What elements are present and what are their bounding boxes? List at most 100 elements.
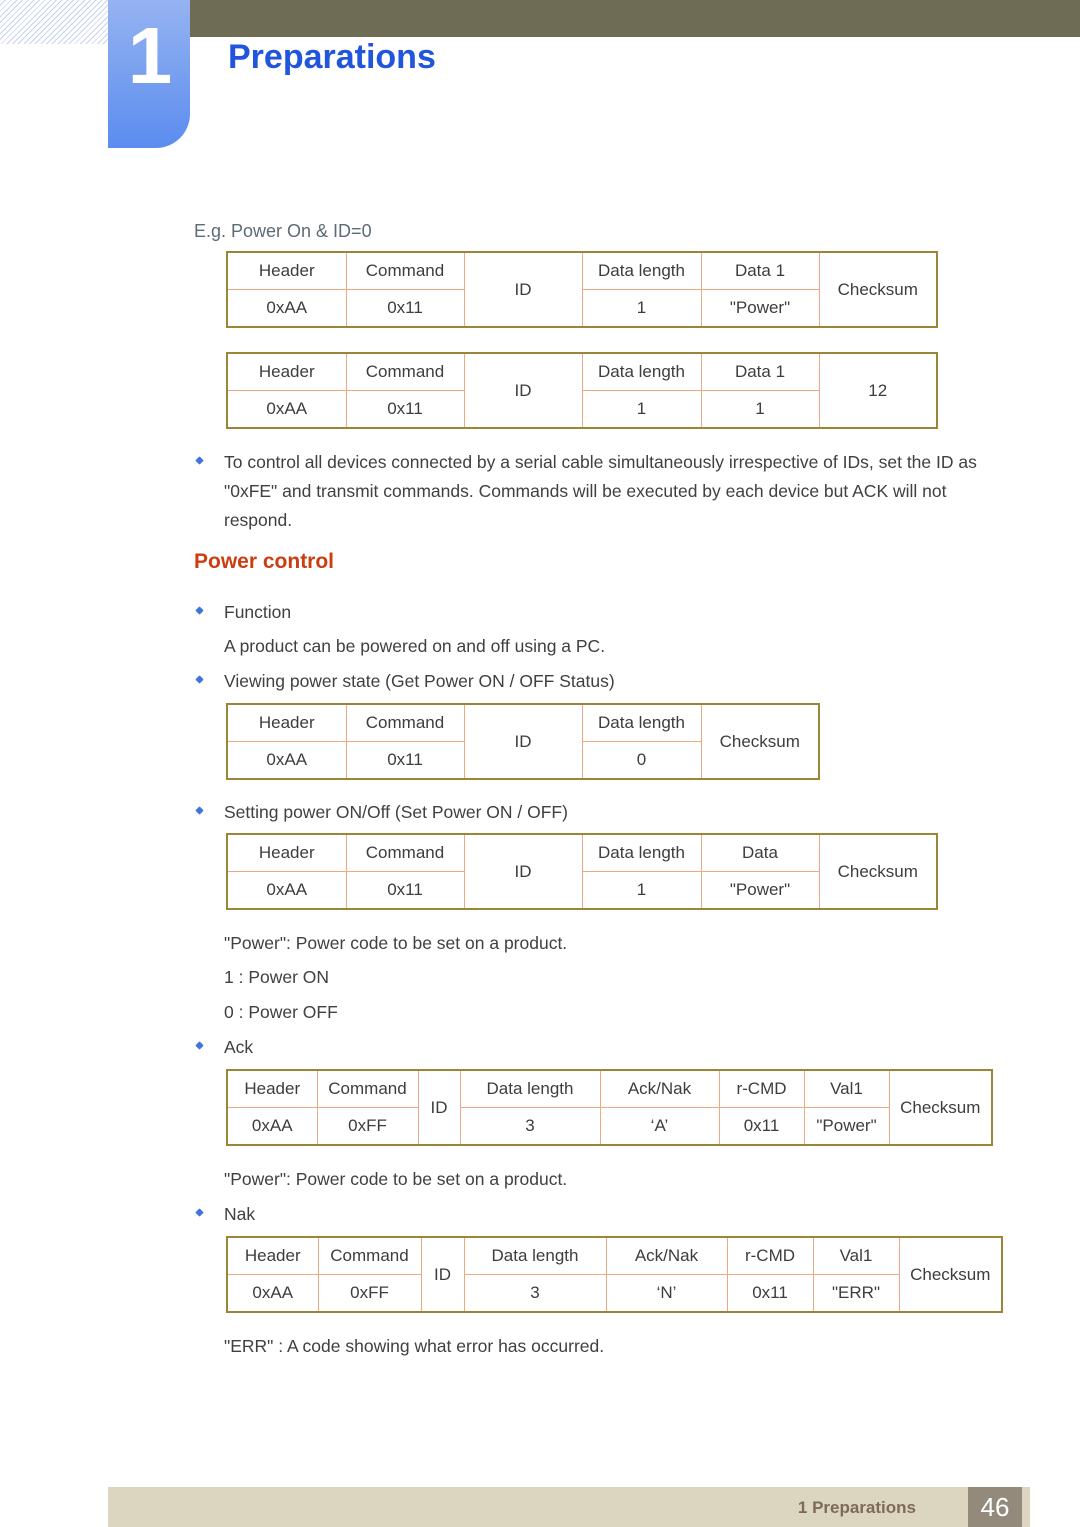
cell-command-value: 0xFF <box>317 1274 422 1313</box>
cell-val1-label: Val1 <box>812 1236 900 1275</box>
cell-rcmd-value: 0x11 <box>718 1107 805 1146</box>
table-example-request: Header Command ID Data length Data 1 Che… <box>226 251 938 328</box>
bullet-nak-text: Nak <box>224 1204 256 1224</box>
cell-header-label: Header <box>226 833 347 872</box>
cell-header-value: 0xAA <box>226 1107 318 1146</box>
cell-id-label: ID <box>463 352 583 429</box>
cell-id-label: ID <box>463 251 583 328</box>
cell-header-value: 0xAA <box>226 741 347 780</box>
text-err-note: "ERR" : A code showing what error has oc… <box>224 1336 605 1356</box>
cell-data-label: Data <box>700 833 820 872</box>
bullet-viewing-power-state-text: Viewing power state (Get Power ON / OFF … <box>224 671 615 691</box>
bullet-ack-text: Ack <box>224 1037 254 1057</box>
cell-command-value: 0x11 <box>345 871 465 910</box>
bullet-serial-note: To control all devices connected by a se… <box>195 448 996 535</box>
cell-command-value: 0x11 <box>345 289 465 328</box>
cell-header-label: Header <box>226 703 347 742</box>
bullet-diamond-icon <box>195 606 204 615</box>
cell-datalength-value: 1 <box>581 390 702 429</box>
cell-header-label: Header <box>226 251 347 290</box>
text-power-code-note-2: "Power": Power code to be set on a produ… <box>224 1169 568 1189</box>
chapter-badge: 1 <box>108 0 190 148</box>
table-example-response: Header Command ID Data length Data 1 12 … <box>226 352 938 429</box>
cell-checksum-label: Checksum <box>898 1236 1003 1313</box>
cell-data1-label: Data 1 <box>700 251 820 290</box>
cell-data-value: "Power" <box>700 871 820 910</box>
table-row: Header Command ID Data length Data 1 Che… <box>226 251 938 328</box>
table-row: Header Command ID Data length Ack/Nak r-… <box>226 1236 1003 1313</box>
bullet-setting-power: Setting power ON/Off (Set Power ON / OFF… <box>195 798 896 827</box>
cell-datalength-label: Data length <box>581 833 702 872</box>
cell-datalength-label: Data length <box>581 703 702 742</box>
cell-checksum-label: Checksum <box>818 833 938 910</box>
table-row: 0xAA 0xFF 3 ‘A’ 0x11 "Power" <box>226 1107 992 1146</box>
cell-header-label: Header <box>226 1069 318 1108</box>
footer-bar: 1 Preparations <box>108 1487 1030 1527</box>
cell-datalength-label: Data length <box>463 1236 607 1275</box>
example-label: E.g. Power On & ID=0 <box>194 221 372 241</box>
text-power-on: 1 : Power ON <box>224 967 330 987</box>
cell-id-label: ID <box>463 703 583 780</box>
chapter-title: Preparations <box>228 38 436 76</box>
text-function-description: A product can be powered on and off usin… <box>224 636 606 656</box>
cell-datalength-value: 1 <box>581 871 702 910</box>
cell-id-label: ID <box>420 1236 465 1313</box>
footer-page-box: 46 <box>968 1487 1022 1527</box>
table-nak: Header Command ID Data length Ack/Nak r-… <box>226 1236 1003 1313</box>
cell-data1-value: "Power" <box>700 289 820 328</box>
cell-checksum-label: Checksum <box>818 251 938 328</box>
text-power-code-note-1: "Power": Power code to be set on a produ… <box>224 933 568 953</box>
bullet-diamond-icon <box>195 1041 204 1050</box>
table-row: Header Command ID Data length Checksum <box>226 703 820 780</box>
bullet-ack: Ack <box>195 1033 896 1062</box>
table-row: Header Command ID Data length Ack/Nak r-… <box>226 1069 993 1146</box>
footer-chapter-label: 1 Preparations <box>797 1498 916 1517</box>
bullet-diamond-icon <box>195 456 204 465</box>
cell-header-value: 0xAA <box>226 390 347 429</box>
cell-command-value: 0x11 <box>345 390 465 429</box>
cell-val1-value: "Power" <box>803 1107 890 1146</box>
cell-header-label: Header <box>226 1236 319 1275</box>
cell-header-value: 0xAA <box>226 871 347 910</box>
cell-rcmd-label: r-CMD <box>726 1236 814 1275</box>
cell-command-label: Command <box>345 703 465 742</box>
bullet-setting-power-text: Setting power ON/Off (Set Power ON / OFF… <box>224 802 568 822</box>
bullet-diamond-icon <box>195 806 204 815</box>
table-set-power: Header Command ID Data length Data Check… <box>226 833 938 910</box>
cell-command-value: 0x11 <box>345 741 465 780</box>
cell-command-label: Command <box>317 1236 422 1275</box>
header-hatch-pattern <box>0 0 108 44</box>
table-row: Header Command ID Data length Data Check… <box>226 833 938 910</box>
cell-datalength-value: 1 <box>581 289 702 328</box>
cell-datalength-label: Data length <box>581 251 702 290</box>
bullet-diamond-icon <box>195 675 204 684</box>
footer-page-number: 46 <box>980 1492 1010 1522</box>
cell-header-label: Header <box>226 352 347 391</box>
bullet-function: Function <box>195 598 896 627</box>
section-heading-power-control: Power control <box>194 550 335 573</box>
cell-datalength-value: 3 <box>459 1107 601 1146</box>
cell-datalength-value: 3 <box>463 1274 607 1313</box>
cell-id-label: ID <box>463 833 583 910</box>
cell-checksum-label: Checksum <box>888 1069 993 1146</box>
table-get-power-status: Header Command ID Data length Checksum 0… <box>226 703 820 780</box>
cell-acknak-label: Ack/Nak <box>605 1236 728 1275</box>
cell-header-value: 0xAA <box>226 289 347 328</box>
cell-header-value: 0xAA <box>226 1274 319 1313</box>
cell-data1-label: Data 1 <box>700 352 820 391</box>
cell-id-label: ID <box>417 1069 461 1146</box>
cell-datalength-label: Data length <box>581 352 702 391</box>
cell-checksum-value: 12 <box>818 352 938 429</box>
cell-acknak-value: ‘A’ <box>599 1107 720 1146</box>
bullet-diamond-icon <box>195 1208 204 1217</box>
cell-command-label: Command <box>345 352 465 391</box>
bullet-serial-note-text: To control all devices connected by a se… <box>224 452 977 530</box>
cell-val1-label: Val1 <box>803 1069 890 1108</box>
cell-acknak-value: ‘N’ <box>605 1274 728 1313</box>
cell-datalength-label: Data length <box>459 1069 601 1108</box>
cell-val1-value: "ERR" <box>812 1274 900 1313</box>
cell-datalength-value: 0 <box>581 741 702 780</box>
cell-rcmd-value: 0x11 <box>726 1274 814 1313</box>
cell-rcmd-label: r-CMD <box>718 1069 805 1108</box>
table-row: Header Command ID Data length Data 1 12 <box>226 352 938 429</box>
